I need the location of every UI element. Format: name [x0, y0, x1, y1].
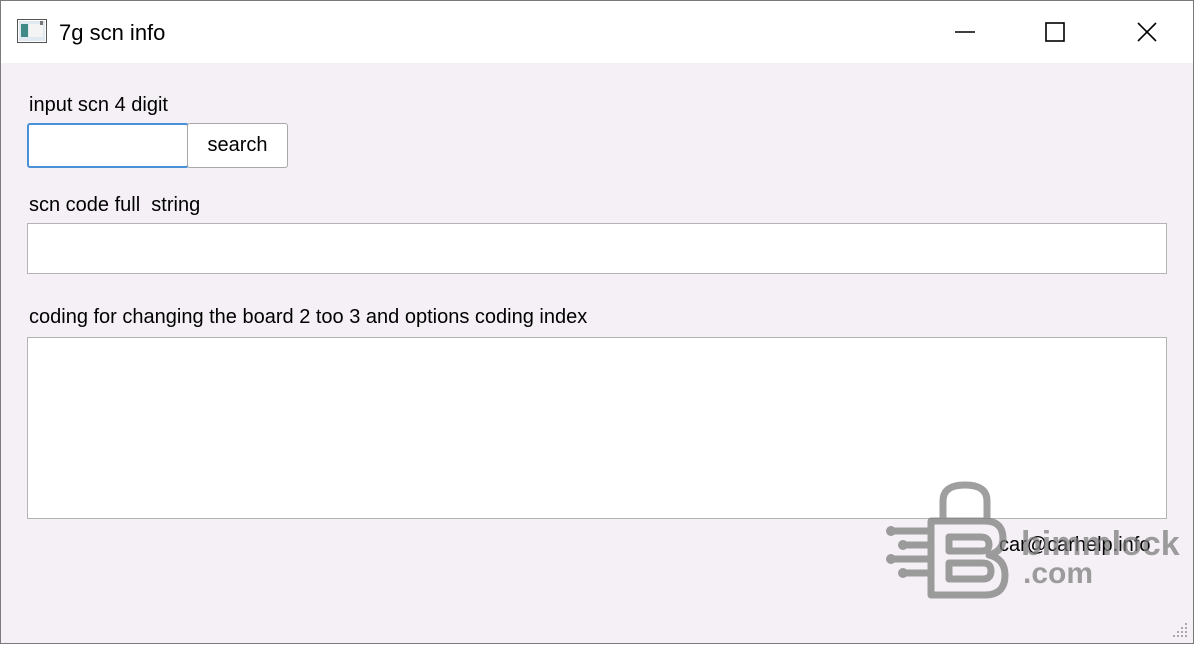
search-button[interactable]: search — [187, 123, 288, 168]
watermark-text-bottom: .com — [1023, 557, 1093, 590]
app-window: 7g scn info input scn 4 digit search scn… — [0, 0, 1194, 644]
full-string-field[interactable] — [27, 223, 1167, 274]
full-string-label: scn code full string — [29, 194, 201, 216]
minimize-button[interactable] — [919, 1, 1011, 63]
coding-label: coding for changing the board 2 too 3 an… — [29, 306, 588, 328]
window-title: 7g scn info — [59, 20, 166, 45]
maximize-button[interactable] — [1009, 1, 1101, 63]
scn-input[interactable] — [27, 123, 189, 168]
app-icon — [17, 19, 47, 43]
close-icon — [1137, 22, 1157, 42]
title-bar[interactable]: 7g scn info — [1, 1, 1193, 63]
maximize-icon — [1045, 22, 1065, 42]
watermark-logo: bimmlock .com — [885, 479, 1189, 603]
scn-input-label: input scn 4 digit — [29, 94, 168, 116]
minimize-icon — [955, 31, 975, 33]
resize-grip-icon[interactable] — [1169, 619, 1189, 639]
close-button[interactable] — [1101, 1, 1193, 63]
